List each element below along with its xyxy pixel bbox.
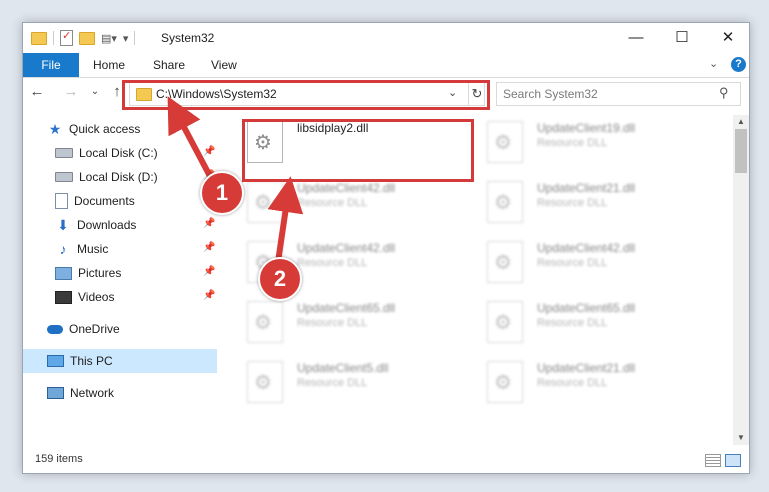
callout-badge-1: 1: [200, 171, 244, 215]
arrow-to-address: [167, 96, 215, 182]
arrow-to-file: [267, 176, 304, 263]
callout-badge-2: 2: [258, 257, 302, 301]
callout-arrows: [167, 96, 304, 263]
